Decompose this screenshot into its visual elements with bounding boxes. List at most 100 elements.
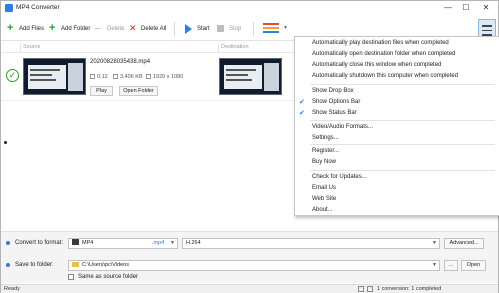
menu-item[interactable]: Automatically open destination folder wh… [312,51,455,57]
start-button[interactable]: Start [185,22,210,35]
menu-item[interactable]: Web Site [312,196,336,202]
column-divider [20,43,21,52]
window-title: MP4 Converter [16,4,60,11]
title-bar: MP4 Converter — ☐ ✕ [1,1,498,15]
play-button[interactable]: Play [90,86,113,96]
plus-icon: + [7,22,14,34]
minimize-button[interactable]: — [441,2,455,13]
duration: 0:12 [90,74,108,80]
chevron-down-icon[interactable]: ▼ [283,25,288,31]
add-files-button[interactable]: + Add Files [7,22,44,35]
menu-item[interactable]: Check for Updates... [312,174,367,180]
status-icon [358,286,364,292]
column-divider [218,43,219,52]
folder-value: C:\Users\pc\Videos [82,262,129,268]
open-button[interactable]: Open [461,260,486,271]
same-as-source-label: Same as source folder [78,274,139,280]
thumbnail-line [226,79,252,81]
menu-item[interactable]: Show Status Bar [312,110,357,116]
main-menu-button[interactable] [478,19,496,37]
profile-menu-icon[interactable] [263,23,279,35]
folder-icon [72,262,79,267]
menu-icon [482,25,492,27]
menu-separator [310,144,495,145]
format-extension: .mp4 [152,240,165,246]
status-bar: Ready 1 conversion: 1 completed [1,284,498,293]
delete-all-button[interactable]: ✕ Delete All [129,22,166,35]
file-icon [113,74,118,79]
app-icon [5,4,13,12]
codec-value: H.264 [186,240,201,246]
thumbnail-line [30,69,60,71]
format-icon [72,239,79,245]
stop-label: Stop [229,25,242,32]
source-thumbnail [23,58,86,95]
maximize-button[interactable]: ☐ [459,2,473,13]
delete-all-label: Delete All [141,25,167,32]
source-filename: 20200828035438.mp4 [90,59,151,65]
browse-button[interactable]: ... [444,260,458,271]
delete-label: Delete [107,25,125,32]
save-folder-label: Save to folder: [15,262,54,268]
add-folder-label: Add Folder [61,25,91,32]
menu-icon-line [482,29,492,31]
format-select[interactable]: MP4 .mp4 ▼ [68,238,178,249]
open-folder-button[interactable]: Open Folder [119,86,158,96]
toolbar-divider [174,22,175,36]
status-right: 1 conversion: 1 completed [377,286,442,292]
menu-item[interactable]: Buy Now [312,159,336,165]
destination-column-header[interactable]: Destination [221,44,249,50]
menu-item[interactable]: Automatically play destination files whe… [312,40,449,46]
menu-item[interactable]: Automatically shutdown this computer whe… [312,73,458,79]
convert-format-label: Convert to format: [15,240,64,246]
menu-item[interactable]: Video/Audio Formats... [312,124,373,130]
codec-select[interactable]: H.264 ▼ [182,238,440,249]
color-bar-red [263,23,279,25]
thumbnail-panel [68,63,83,91]
resolution-value: 1920 x 1080 [153,74,184,80]
status-icon [367,286,373,292]
main-menu-dropdown: Automatically play destination files whe… [294,36,499,216]
status-left: Ready [4,286,20,292]
check-icon: ✔ [299,110,305,117]
menu-item[interactable]: Register... [312,148,339,154]
check-icon: ✓ [6,69,19,82]
plus-icon: + [49,22,56,34]
resolution-icon [146,74,151,79]
color-bar-orange [263,27,279,29]
add-folder-button[interactable]: + Add Folder [49,22,90,35]
menu-separator [310,170,495,171]
stop-button[interactable]: Stop [217,22,241,35]
convert-bullet-icon [6,241,10,245]
close-button[interactable]: ✕ [479,2,493,13]
delete-button[interactable]: – Delete [95,22,124,35]
thumbnail-line [226,74,248,76]
chevron-down-icon: ▼ [432,262,437,268]
check-icon: ✔ [299,99,305,106]
close-icon: ✕ [129,23,137,33]
app-window: MP4 Converter — ☐ ✕ + Add Files + Add Fo… [0,0,499,293]
thumbnail-line [226,69,256,71]
menu-item[interactable]: Show Drop Box [312,88,354,94]
color-bar-blue [263,31,279,33]
clock-icon [90,74,95,79]
menu-item[interactable]: Settings... [312,135,339,141]
toolbar-divider [253,22,254,36]
chevron-down-icon: ▼ [432,240,437,246]
menu-separator [310,120,495,121]
menu-item[interactable]: Show Options Bar [312,99,360,105]
chevron-down-icon: ▼ [170,240,175,246]
same-as-source-checkbox[interactable] [68,274,74,280]
play-icon [185,24,194,34]
menu-item[interactable]: About... [312,207,333,213]
advanced-button[interactable]: Advanced... [444,238,484,249]
menu-item[interactable]: Automatically close this window when com… [312,62,441,68]
format-value: MP4 [82,240,94,246]
thumbnail-line [30,74,52,76]
menu-item[interactable]: Email Us [312,185,336,191]
source-column-header[interactable]: Source [23,44,40,50]
folder-input[interactable]: C:\Users\pc\Videos ▼ [68,260,440,271]
duration-value: 0:12 [97,74,108,80]
file-size: 3,406 KB [113,74,143,80]
save-bullet-icon [6,263,10,267]
